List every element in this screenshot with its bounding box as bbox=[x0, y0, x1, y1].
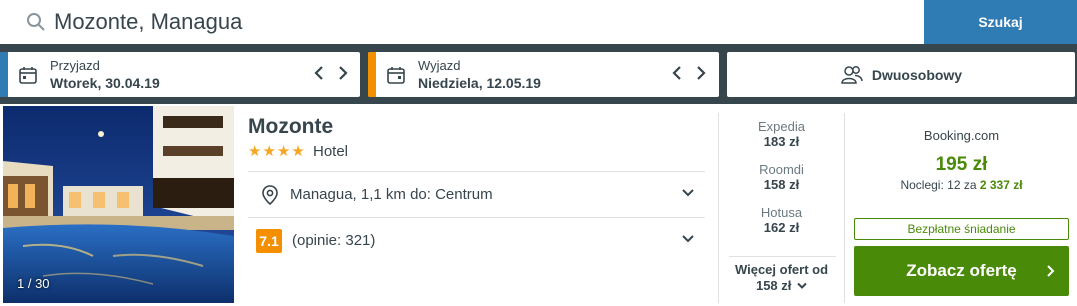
hotel-type: Hotel bbox=[313, 143, 349, 160]
calendar-icon bbox=[19, 67, 37, 84]
search-bar bbox=[0, 0, 924, 44]
deal-total: Noclegi: 12 za 2 337 zł bbox=[846, 178, 1077, 192]
offer-item[interactable]: Roomdi 158 zł bbox=[719, 162, 844, 193]
search-button[interactable]: Szukaj bbox=[924, 0, 1077, 44]
more-offers-link[interactable]: Więcej ofert od 158 zł bbox=[719, 262, 844, 294]
more-offers-price: 158 zł bbox=[755, 278, 792, 293]
view-offer-label: Zobacz ofertę bbox=[906, 261, 1017, 280]
offer-item[interactable]: Hotusa 162 zł bbox=[719, 205, 844, 236]
checkout-accent bbox=[368, 52, 376, 97]
checkin-label: Przyjazd bbox=[50, 58, 100, 73]
calendar-icon bbox=[387, 67, 405, 84]
breakfast-badge: Bezpłatne śniadanie bbox=[854, 218, 1069, 240]
deal-site: Booking.com bbox=[923, 128, 1000, 143]
hotel-name[interactable]: Mozonte bbox=[248, 115, 333, 139]
checkin-field[interactable]: Przyjazd Wtorek, 30.04.19 bbox=[0, 52, 360, 97]
reviews-count: (opinie: 321) bbox=[292, 232, 376, 249]
checkout-label: Wyjazd bbox=[418, 58, 461, 73]
checkout-next-icon[interactable] bbox=[694, 64, 708, 82]
view-offer-button[interactable]: Zobacz ofertę bbox=[854, 246, 1069, 296]
other-offers-column: Expedia 183 zł Roomdi 158 zł Hotusa 162 … bbox=[718, 113, 845, 303]
rating-row[interactable]: 7.1 (opinie: 321) bbox=[248, 218, 705, 263]
offer-item[interactable]: Expedia 183 zł bbox=[719, 119, 844, 150]
rating-badge: 7.1 bbox=[256, 228, 282, 253]
chevron-down-icon[interactable] bbox=[681, 188, 695, 198]
search-input[interactable] bbox=[54, 9, 874, 35]
offer-price: 162 zł bbox=[763, 220, 800, 235]
checkout-prev-icon[interactable] bbox=[670, 64, 684, 82]
offer-price: 158 zł bbox=[763, 177, 800, 192]
divider bbox=[729, 256, 836, 257]
deal-price: 195 zł bbox=[935, 154, 988, 175]
checkin-accent bbox=[0, 52, 8, 97]
location-pin-icon bbox=[262, 184, 278, 205]
checkout-field[interactable]: Wyjazd Niedziela, 12.05.19 bbox=[368, 52, 719, 97]
offer-site: Roomdi bbox=[759, 162, 804, 177]
guests-label: Dwuosobowy bbox=[871, 66, 963, 83]
more-offers-label: Więcej ofert od bbox=[734, 262, 829, 277]
people-icon bbox=[841, 65, 863, 84]
offer-site: Hotusa bbox=[760, 205, 803, 220]
location-text: Managua, 1,1 km do: Centrum bbox=[290, 186, 493, 203]
star-rating: ★★★★ bbox=[248, 143, 306, 160]
hotel-result-card: 1 / 30 Mozonte ★★★★ Hotel Managua, 1,1 k… bbox=[0, 104, 1077, 306]
search-icon bbox=[27, 13, 45, 31]
checkin-next-icon[interactable] bbox=[336, 64, 350, 82]
guests-selector[interactable]: Dwuosobowy bbox=[727, 52, 1075, 97]
offer-price: 183 zł bbox=[763, 134, 800, 149]
deal-total-price: 2 337 zł bbox=[979, 178, 1023, 192]
offer-site: Expedia bbox=[758, 119, 805, 134]
checkout-value: Niedziela, 12.05.19 bbox=[418, 75, 541, 91]
deal-nights: Noclegi: 12 za bbox=[900, 178, 980, 192]
chevron-down-icon bbox=[797, 282, 807, 289]
checkin-value: Wtorek, 30.04.19 bbox=[50, 75, 160, 91]
photo-counter: 1 / 30 bbox=[17, 276, 50, 291]
checkin-prev-icon[interactable] bbox=[312, 64, 326, 82]
location-row[interactable]: Managua, 1,1 km do: Centrum bbox=[248, 172, 705, 217]
hotel-photo-image bbox=[3, 106, 234, 303]
hotel-photo[interactable]: 1 / 30 bbox=[3, 106, 234, 303]
chevron-down-icon[interactable] bbox=[681, 234, 695, 244]
chevron-right-icon bbox=[1047, 265, 1055, 277]
